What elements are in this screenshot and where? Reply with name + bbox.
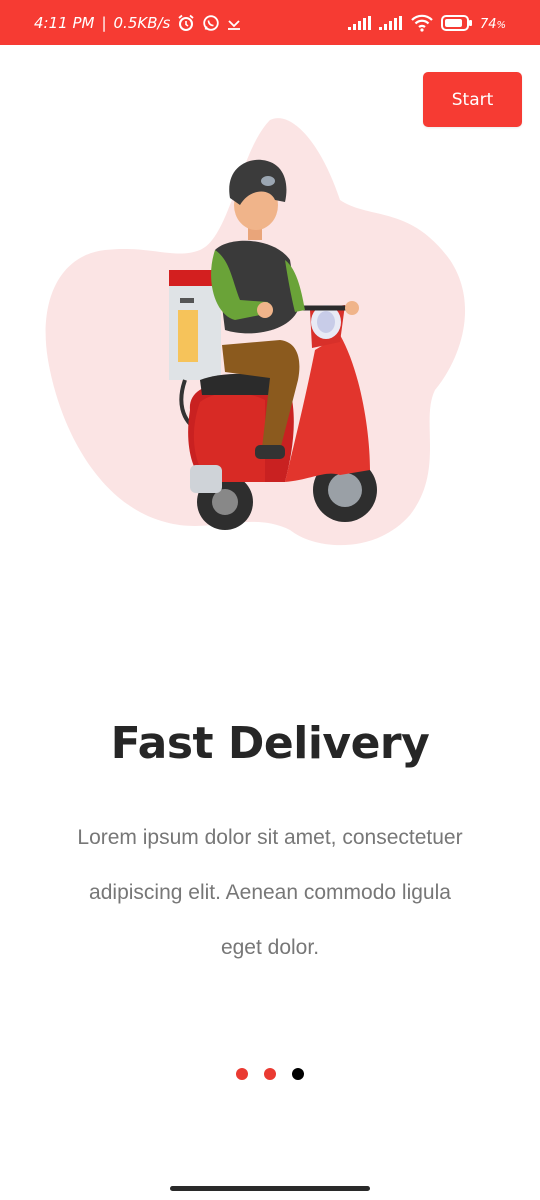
battery-level: 74 (479, 16, 497, 32)
pagination-dot[interactable] (236, 1068, 248, 1080)
status-bar-left: 4:11 PM | 0.5KB/s (34, 14, 241, 32)
pagination-dot[interactable] (264, 1068, 276, 1080)
whatsapp-icon (202, 14, 220, 32)
signal-icon (378, 15, 403, 30)
status-bar: 4:11 PM | 0.5KB/s 74% (0, 0, 540, 45)
status-bar-right: 74% (347, 14, 506, 32)
wifi-icon (410, 14, 434, 32)
status-separator: | (101, 13, 107, 32)
slide-title: Fast Delivery (110, 718, 430, 769)
network-speed: 0.5KB/s (113, 13, 171, 32)
onboarding-screen: 4:11 PM | 0.5KB/s 74% Start Fast Deliver… (0, 0, 540, 1200)
status-time: 4:11 PM (34, 13, 95, 32)
signal-icon (347, 15, 372, 30)
home-indicator[interactable] (170, 1186, 370, 1191)
download-icon (227, 15, 241, 31)
slide-description: Lorem ipsum dolor sit amet, consectetuer… (77, 826, 463, 959)
pagination-dots (0, 1068, 540, 1080)
alarm-icon (177, 14, 195, 32)
pagination-dot[interactable] (292, 1068, 304, 1080)
delivery-scooter-illustration (45, 118, 466, 546)
battery-icon (440, 14, 473, 31)
